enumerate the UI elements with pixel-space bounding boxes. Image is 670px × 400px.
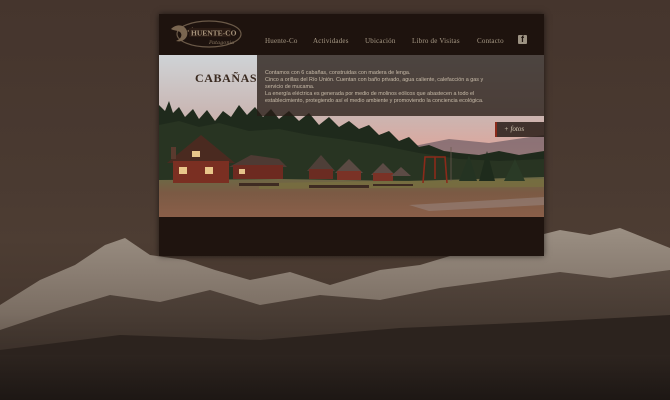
- nav-item-huente-co[interactable]: Huente-Co: [265, 37, 298, 45]
- footer: [159, 217, 544, 256]
- nav-item-ubicacion[interactable]: Ubicación: [365, 37, 396, 45]
- title-area: CABAÑAS: [159, 55, 258, 113]
- background-lake: [0, 355, 670, 400]
- page-title: CABAÑAS: [195, 71, 258, 85]
- more-photos-button[interactable]: + fotos: [495, 122, 544, 137]
- facebook-icon[interactable]: [518, 34, 527, 44]
- cabins-photo: CABAÑAS Contamos con 6 cabañas, construi…: [159, 55, 544, 217]
- description-line: La energía eléctrica es generada por med…: [265, 91, 475, 97]
- description-line: Cinco a orillas del Río Unión. Cuentan c…: [265, 77, 484, 83]
- description-line: servicio de mucama.: [265, 84, 315, 90]
- description-box: Contamos con 6 cabañas, construidas con …: [257, 55, 544, 116]
- description-line: establecimiento, protegiendo así el medi…: [265, 98, 484, 104]
- header: HUENTE-CO Patagonia Huente-Co Actividade…: [159, 14, 544, 55]
- description-line: Contamos con 6 cabañas, construidas con …: [265, 70, 411, 76]
- nav-item-actividades[interactable]: Actividades: [313, 37, 349, 45]
- main-nav: Huente-Co Actividades Ubicación Libro de…: [159, 14, 544, 55]
- nav-item-libro-de-visitas[interactable]: Libro de Visitas: [412, 37, 460, 45]
- main-panel: HUENTE-CO Patagonia Huente-Co Actividade…: [159, 14, 544, 256]
- nav-item-contacto[interactable]: Contacto: [477, 37, 504, 45]
